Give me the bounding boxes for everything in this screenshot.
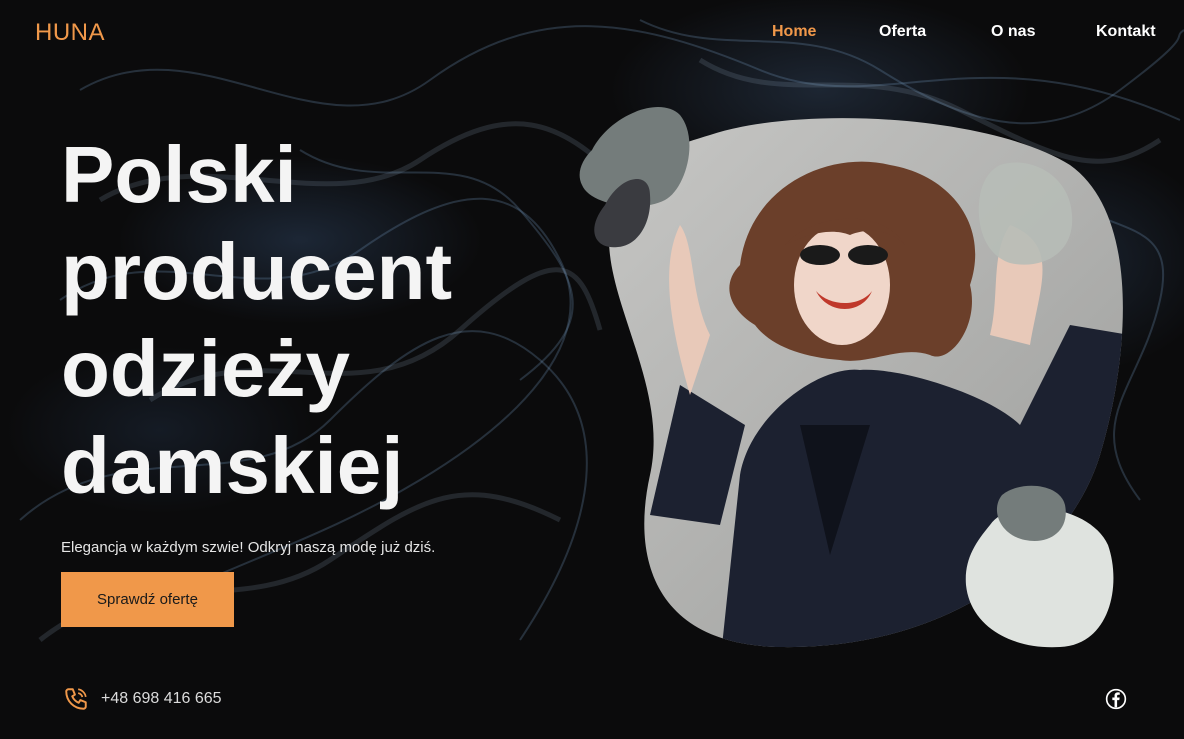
- main-nav: Home Oferta O nas Kontakt: [0, 23, 1184, 43]
- hero-page: HUNA Home Oferta O nas Kontakt Polski pr…: [0, 0, 1184, 739]
- nav-item-home[interactable]: Home: [772, 23, 816, 41]
- facebook-icon[interactable]: [1105, 688, 1127, 710]
- phone-number: +48 698 416 665: [101, 690, 222, 707]
- hero-title-line: Polski: [61, 130, 297, 219]
- hero-title: Polski producent odzieży damskiej: [61, 126, 501, 514]
- hero-image: [579, 107, 1123, 648]
- phone-contact[interactable]: +48 698 416 665: [63, 685, 222, 713]
- nav-item-kontakt[interactable]: Kontakt: [1096, 23, 1156, 41]
- hero-subtitle: Elegancja w każdym szwie! Odkryj naszą m…: [61, 539, 436, 556]
- hero-title-line: odzieży: [61, 324, 350, 413]
- offer-button[interactable]: Sprawdź ofertę: [61, 572, 234, 627]
- nav-item-o-nas[interactable]: O nas: [991, 23, 1035, 41]
- hero-title-line: producent: [61, 227, 453, 316]
- nav-item-oferta[interactable]: Oferta: [879, 23, 926, 41]
- hero-title-line: damskiej: [61, 421, 404, 510]
- phone-icon: [65, 688, 87, 710]
